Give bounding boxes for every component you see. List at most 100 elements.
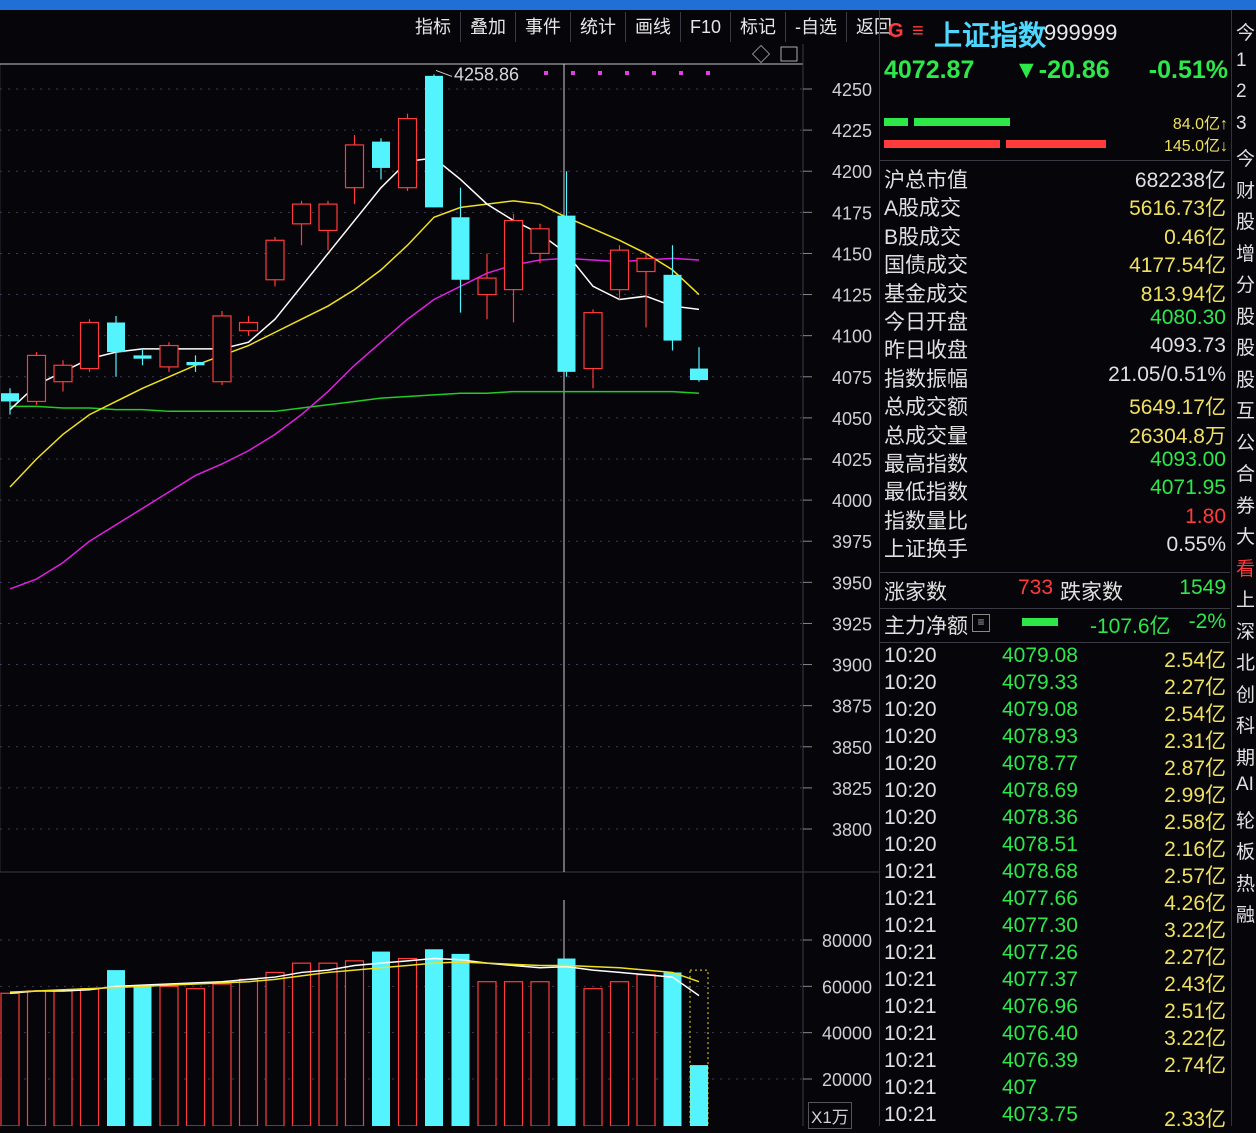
- side-nav-item[interactable]: 深: [1236, 617, 1256, 644]
- menu-icon[interactable]: ≡: [912, 20, 924, 43]
- index-code: 999999: [1044, 20, 1118, 45]
- tick-amount: 4.26亿: [1164, 892, 1226, 915]
- side-nav-item[interactable]: 期: [1236, 743, 1256, 770]
- side-nav-item[interactable]: 2: [1236, 81, 1256, 103]
- side-nav-item[interactable]: 公: [1236, 428, 1256, 455]
- buy-amount: 84.0亿↑: [1172, 116, 1228, 133]
- candle-body: [503, 219, 524, 291]
- group-g-icon[interactable]: G: [888, 20, 904, 43]
- side-nav-item[interactable]: 股: [1236, 302, 1256, 329]
- side-nav-item[interactable]: 融: [1236, 900, 1256, 927]
- stat-value: 0.55%: [1166, 533, 1226, 557]
- volume-tick-label: 60000: [822, 977, 872, 997]
- toolbar-button[interactable]: 事件: [515, 12, 570, 42]
- candle-body: [477, 277, 497, 296]
- panel-toggle-icon: [780, 46, 798, 62]
- tick-amount: 2.16亿: [1164, 838, 1226, 861]
- tick-row: 10:21 407: [880, 1076, 1230, 1103]
- volume-bar: [318, 962, 338, 1126]
- volume-bar: [503, 981, 524, 1126]
- price-tick-label: 3900: [832, 656, 872, 676]
- side-nav-item[interactable]: 互: [1236, 396, 1256, 423]
- side-nav-item[interactable]: 看: [1236, 554, 1256, 581]
- tick-time: 10:21: [884, 968, 937, 991]
- stat-label: 昨日收盘: [884, 339, 968, 363]
- side-nav-item[interactable]: 股: [1236, 365, 1256, 392]
- tick-amount: 2.54亿: [1164, 649, 1226, 672]
- tick-row: 10:21 4076.40 3.22亿: [880, 1022, 1230, 1050]
- tick-amount: 2.54亿: [1164, 703, 1226, 726]
- side-nav-item[interactable]: 创: [1236, 680, 1256, 707]
- stat-row: B股成交 0.46亿: [880, 221, 1230, 249]
- toolbar-button[interactable]: 统计: [570, 12, 625, 42]
- side-nav-item[interactable]: 增: [1236, 239, 1256, 266]
- tick-time: 10:20: [884, 671, 937, 694]
- list-icon[interactable]: ≡: [972, 614, 990, 632]
- volume-bar: [185, 988, 206, 1126]
- side-nav-item[interactable]: 3: [1236, 113, 1256, 135]
- tick-time: 10:21: [884, 914, 937, 937]
- side-nav-item[interactable]: 北: [1236, 648, 1256, 675]
- stat-label: 沪总市值: [884, 169, 968, 192]
- candle-body: [636, 257, 656, 273]
- side-nav-item[interactable]: 板: [1236, 837, 1256, 864]
- index-name: 上证指数: [934, 20, 1047, 51]
- side-nav-item[interactable]: 科: [1236, 711, 1256, 738]
- tick-time: 10:20: [884, 779, 937, 802]
- tick-amount: 2.43亿: [1164, 973, 1226, 996]
- tick-price: 4077.30: [1002, 914, 1078, 937]
- chart-toolbar: 指标 叠加 事件 统计 画线 F10 标记 -自选 返回: [406, 12, 901, 42]
- kline-chart[interactable]: 4250 4225 4200 4175 4150 4125 4100 4075 4050 4025…: [0, 0, 880, 1126]
- event-marker: [625, 71, 629, 75]
- side-nav-item[interactable]: 热: [1236, 869, 1256, 896]
- candle-body: [609, 249, 630, 291]
- toolbar-button[interactable]: 标记: [730, 12, 785, 42]
- divider: [880, 572, 1230, 573]
- side-nav-item[interactable]: 股: [1236, 207, 1256, 234]
- price-line: 4072.87 ▼-20.86 -0.51%: [884, 56, 1228, 90]
- side-nav-item[interactable]: 今: [1236, 144, 1256, 171]
- price-tick-label: 4200: [832, 162, 872, 182]
- volume-unit-label: X1万: [808, 1102, 852, 1129]
- event-marker: [571, 71, 575, 75]
- tick-time: 10:20: [884, 725, 937, 748]
- tick-price: 4076.40: [1002, 1022, 1078, 1045]
- up-count-label: 涨家数: [884, 581, 947, 604]
- tick-time: 10:21: [884, 887, 937, 910]
- side-nav-item[interactable]: AI: [1236, 774, 1256, 796]
- volume-bar: [53, 990, 73, 1126]
- volume-bar: [133, 986, 152, 1126]
- candle-body: [318, 203, 338, 232]
- candle-body: [159, 344, 179, 368]
- toolbar-button[interactable]: F10: [680, 12, 730, 42]
- stat-row: 总成交额 5649.17亿: [880, 391, 1230, 419]
- main-flow-row[interactable]: 主力净额 ≡ -107.6亿 -2%: [880, 610, 1230, 638]
- toolbar-button[interactable]: 叠加: [460, 12, 515, 42]
- side-nav-item[interactable]: 券: [1236, 491, 1256, 518]
- price-tick-label: 4225: [832, 121, 872, 141]
- toolbar-button[interactable]: 指标: [406, 12, 460, 42]
- side-nav-item[interactable]: 1: [1236, 50, 1256, 72]
- side-nav-item[interactable]: 轮: [1236, 806, 1256, 833]
- side-nav-item[interactable]: 分: [1236, 270, 1256, 297]
- candle-body: [397, 117, 418, 189]
- tick-row: 10:21 4077.37 2.43亿: [880, 968, 1230, 996]
- candle-body: [690, 368, 708, 381]
- side-nav-item[interactable]: 财: [1236, 176, 1256, 203]
- candle-body: [107, 322, 125, 353]
- tick-row: 10:20 4078.77 2.87亿: [880, 752, 1230, 780]
- side-nav-item[interactable]: 大: [1236, 522, 1256, 549]
- tick-price: 4077.66: [1002, 887, 1078, 910]
- side-nav-item[interactable]: 今: [1236, 18, 1256, 45]
- toolbar-button[interactable]: -自选: [785, 12, 846, 42]
- stat-row: 国债成交 4177.54亿: [880, 249, 1230, 277]
- toolbar-button[interactable]: 画线: [625, 12, 680, 42]
- stat-label: 今日开盘: [884, 311, 968, 334]
- tick-row: 10:20 4079.33 2.27亿: [880, 671, 1230, 699]
- volume-bar: [557, 958, 576, 1126]
- stat-value: 5649.17亿: [1129, 396, 1226, 420]
- side-nav-item[interactable]: 上: [1236, 585, 1256, 612]
- volume-bar: [663, 972, 682, 1126]
- side-nav-item[interactable]: 股: [1236, 333, 1256, 360]
- side-nav-item[interactable]: 合: [1236, 459, 1256, 486]
